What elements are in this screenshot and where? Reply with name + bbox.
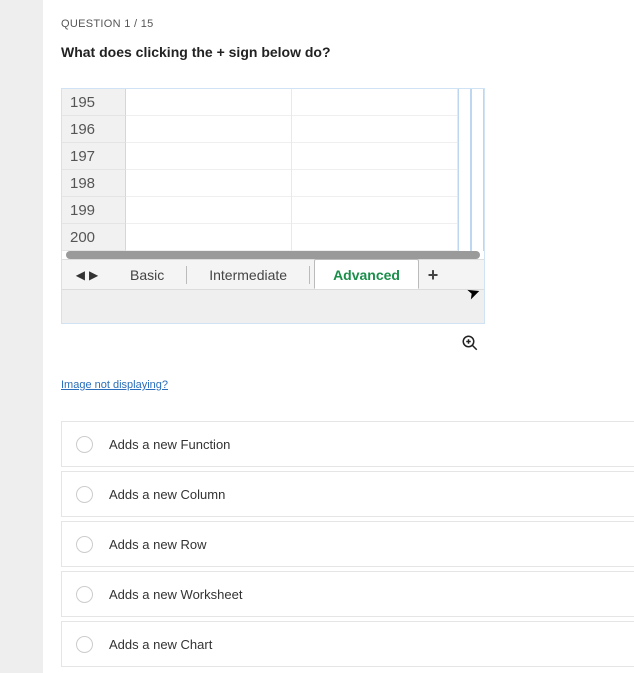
answer-label: Adds a new Column	[109, 487, 225, 502]
answer-label: Adds a new Chart	[109, 637, 212, 652]
tab-separator	[186, 266, 187, 284]
radio-icon	[76, 436, 93, 453]
row-numbers-column: 195 196 197 198 199 200	[62, 89, 126, 251]
spreadsheet-columns	[126, 89, 458, 251]
image-not-displaying-link[interactable]: Image not displaying?	[61, 379, 168, 391]
sheet-tabs-row: ◀ ▶ Basic Intermediate Advanced + ➤	[62, 259, 484, 289]
answer-option[interactable]: Adds a new Worksheet	[61, 571, 634, 617]
tab-separator	[309, 266, 310, 284]
row-number: 200	[62, 224, 126, 251]
answer-list: Adds a new Function Adds a new Column Ad…	[61, 421, 634, 667]
embedded-screenshot: 195 196 197 198 199 200	[61, 88, 485, 324]
radio-icon	[76, 636, 93, 653]
question-panel: QUESTION 1 / 15 What does clicking the +…	[43, 0, 634, 673]
answer-label: Adds a new Row	[109, 537, 207, 552]
left-gutter	[0, 0, 43, 673]
screenshot-footer-pad	[62, 289, 484, 323]
zoom-in-icon[interactable]	[461, 334, 479, 357]
triangle-left-icon: ◀	[76, 268, 85, 282]
row-number: 199	[62, 197, 126, 224]
answer-option[interactable]: Adds a new Function	[61, 421, 634, 467]
row-number: 197	[62, 143, 126, 170]
row-number: 195	[62, 89, 126, 116]
radio-icon	[76, 486, 93, 503]
sheet-nav-arrows[interactable]: ◀ ▶	[62, 268, 112, 282]
radio-icon	[76, 536, 93, 553]
sheet-tab-advanced[interactable]: Advanced	[314, 259, 419, 289]
sheet-tab-intermediate[interactable]: Intermediate	[191, 260, 305, 290]
answer-label: Adds a new Function	[109, 437, 230, 452]
answer-label: Adds a new Worksheet	[109, 587, 242, 602]
radio-icon	[76, 586, 93, 603]
sheet-tab-basic[interactable]: Basic	[112, 260, 182, 290]
row-number: 198	[62, 170, 126, 197]
horizontal-scrollbar[interactable]	[66, 251, 480, 259]
add-sheet-button[interactable]: +	[419, 261, 447, 289]
question-text: What does clicking the + sign below do?	[61, 44, 634, 60]
answer-option[interactable]: Adds a new Chart	[61, 621, 634, 667]
answer-option[interactable]: Adds a new Row	[61, 521, 634, 567]
spreadsheet-edge-columns	[458, 89, 484, 251]
triangle-right-icon: ▶	[89, 268, 98, 282]
row-number: 196	[62, 116, 126, 143]
answer-option[interactable]: Adds a new Column	[61, 471, 634, 517]
question-counter: QUESTION 1 / 15	[61, 18, 634, 30]
